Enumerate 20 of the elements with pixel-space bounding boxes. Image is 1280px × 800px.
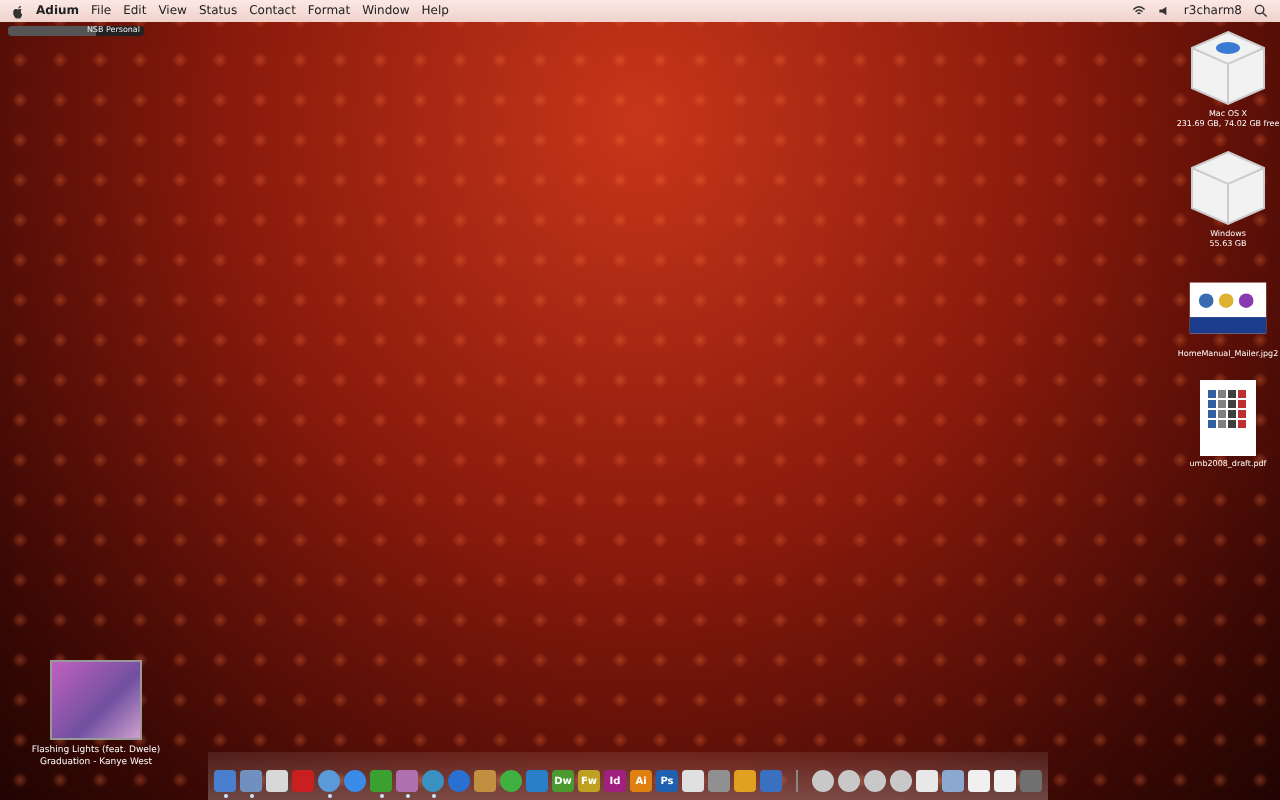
app-icon[interactable] bbox=[838, 770, 860, 792]
album-art-placeholder bbox=[50, 660, 142, 740]
app-icon[interactable] bbox=[682, 770, 704, 792]
app-icon[interactable] bbox=[812, 770, 834, 792]
app-icon[interactable] bbox=[968, 770, 990, 792]
search-icon[interactable] bbox=[1254, 4, 1268, 18]
app-icon[interactable] bbox=[994, 770, 1016, 792]
drive-icon[interactable] bbox=[1188, 28, 1268, 108]
app-icon[interactable] bbox=[890, 770, 912, 792]
speaker-icon[interactable] bbox=[1157, 4, 1172, 18]
drive-icon[interactable] bbox=[1188, 148, 1268, 228]
app-icon[interactable] bbox=[500, 770, 522, 792]
apple-icon[interactable] bbox=[12, 3, 24, 19]
wifi-icon[interactable] bbox=[1131, 4, 1146, 18]
app-icon[interactable] bbox=[266, 770, 288, 792]
app-icon[interactable] bbox=[916, 770, 938, 792]
app-icon[interactable] bbox=[344, 770, 366, 792]
app-icon[interactable] bbox=[864, 770, 886, 792]
app-icon[interactable] bbox=[318, 770, 340, 792]
app-icon[interactable] bbox=[422, 770, 444, 792]
